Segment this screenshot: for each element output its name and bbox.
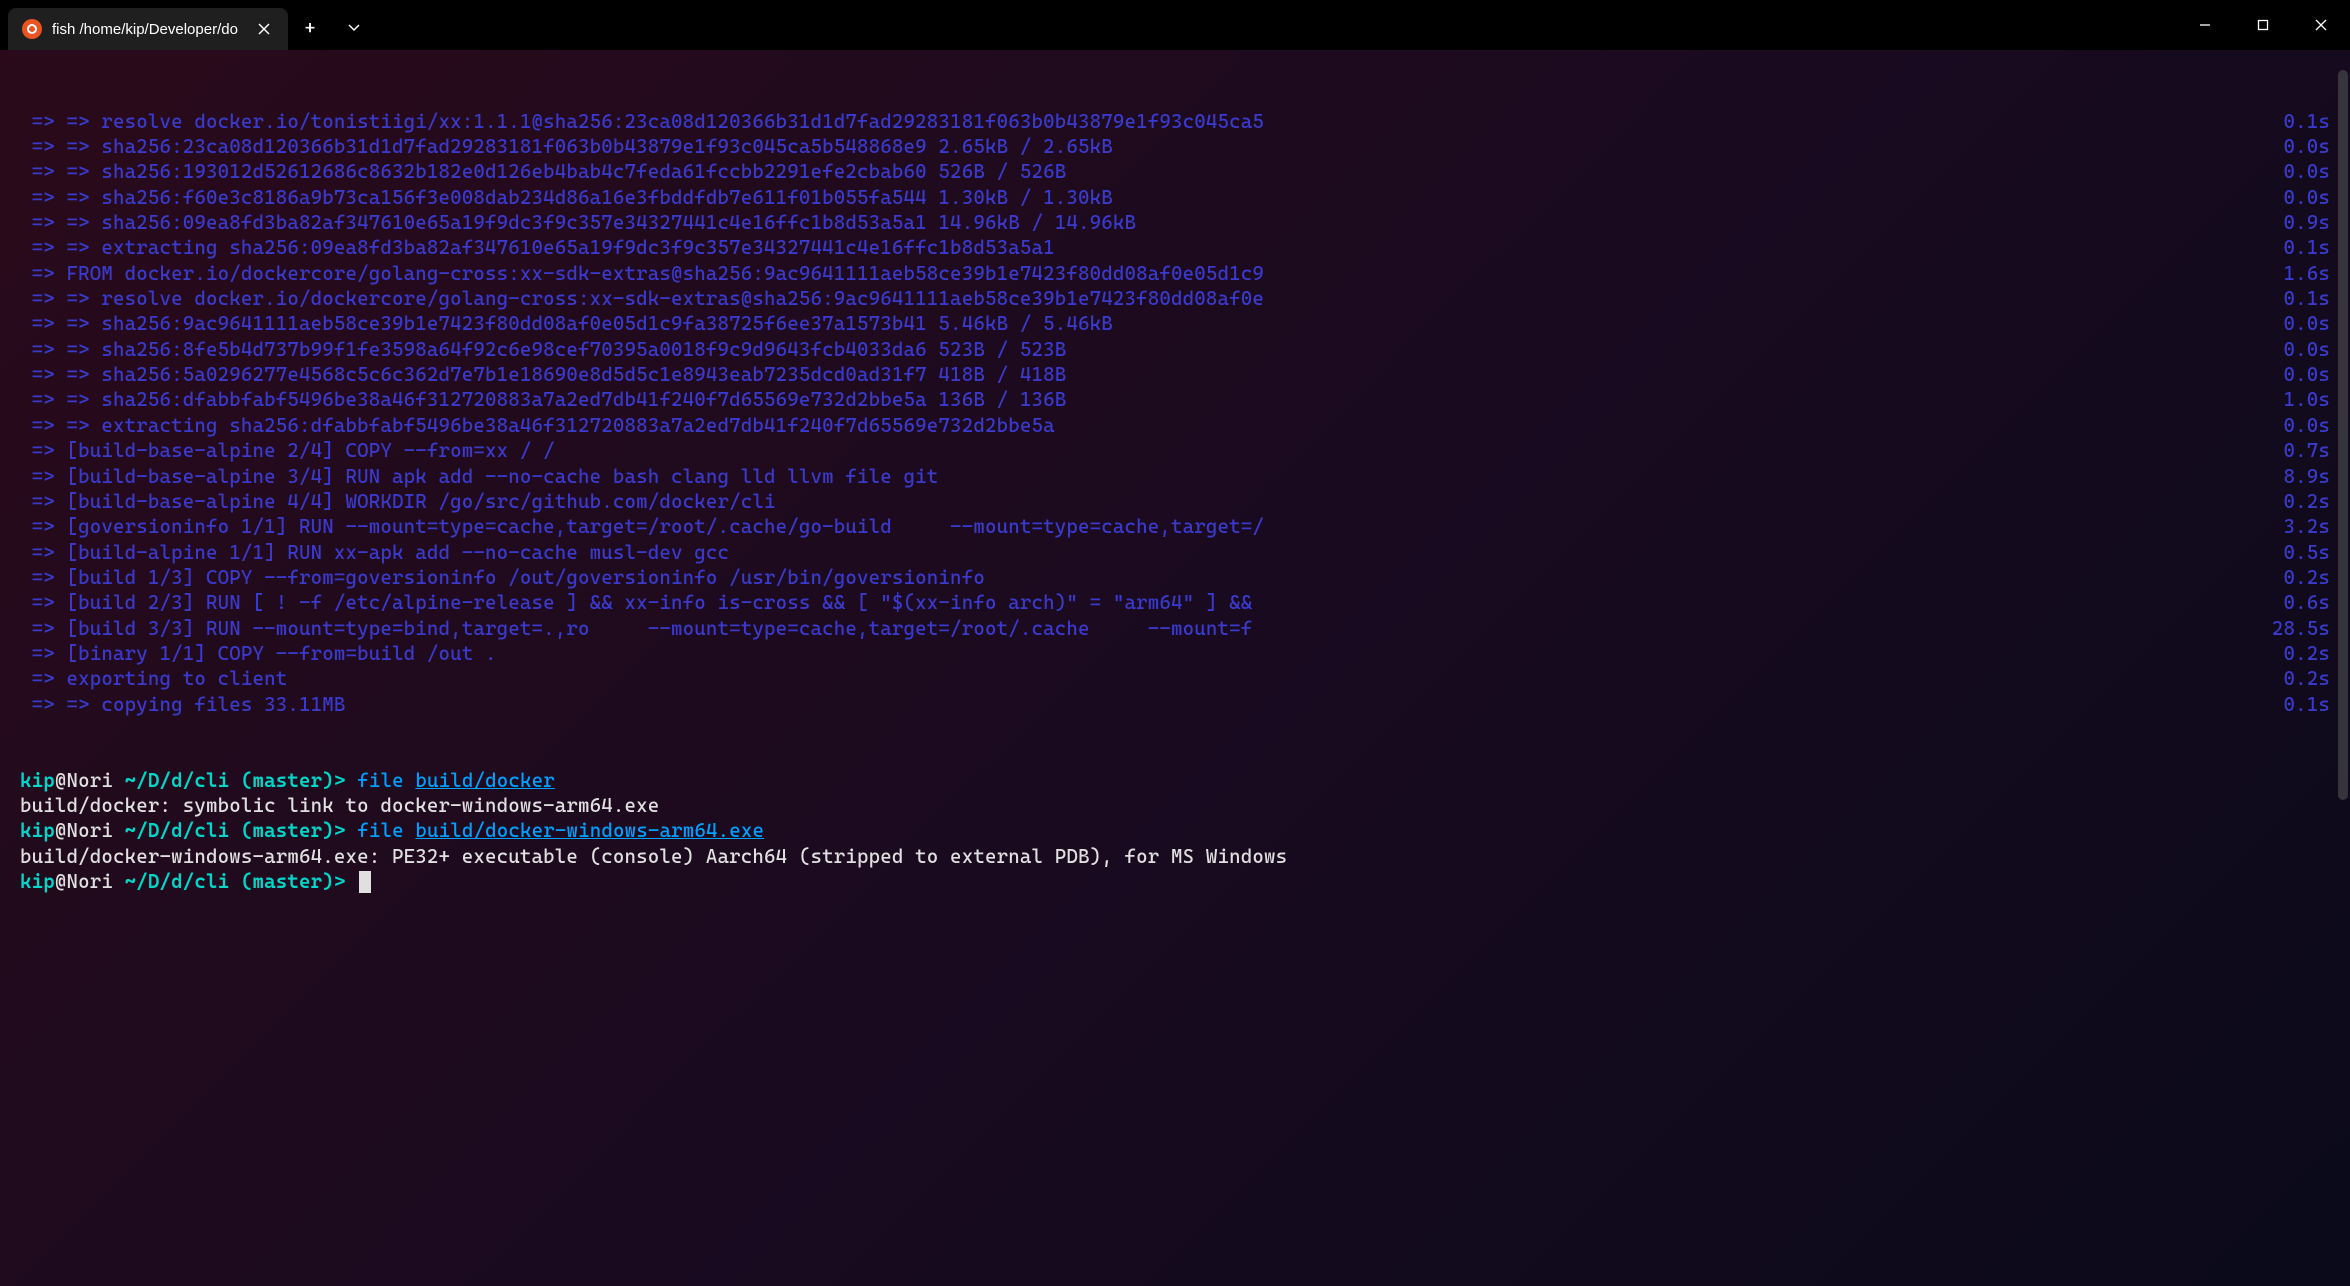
build-log-line: => => sha256:5a0296277e4568c5c6c362d7e7b… bbox=[20, 362, 2330, 387]
build-log-line: => [build 3/3] RUN --mount=type=bind,tar… bbox=[20, 616, 2330, 641]
build-log-line: => => extracting sha256:dfabbfabf5496be3… bbox=[20, 413, 2330, 438]
build-log-line: => [build-alpine 1/1] RUN xx-apk add --n… bbox=[20, 540, 2330, 565]
text-cursor bbox=[359, 871, 371, 893]
build-log-line: => => copying files 33.11MB0.1s bbox=[20, 692, 2330, 717]
tab-dropdown-button[interactable] bbox=[332, 6, 376, 50]
command-argument: build/docker-windows-arm64.exe bbox=[415, 819, 764, 842]
ubuntu-icon bbox=[22, 19, 42, 39]
build-log-line: => [build-base-alpine 4/4] WORKDIR /go/s… bbox=[20, 489, 2330, 514]
shell-prompt-line: kip@Nori ~/D/d/cli (master)> bbox=[20, 869, 2330, 894]
command-output-line: build/docker-windows-arm64.exe: PE32+ ex… bbox=[20, 844, 2330, 869]
build-log-line: => => sha256:9ac9641111aeb58ce39b1e7423f… bbox=[20, 311, 2330, 336]
new-tab-button[interactable]: + bbox=[288, 6, 332, 50]
build-log-line: => [build 2/3] RUN [ ! -f /etc/alpine-re… bbox=[20, 590, 2330, 615]
build-log-line: => [binary 1/1] COPY --from=build /out .… bbox=[20, 641, 2330, 666]
build-log-line: => => sha256:f60e3c8186a9b73ca156f3e008d… bbox=[20, 185, 2330, 210]
command-name: file bbox=[357, 819, 415, 842]
build-log-line: => => sha256:23ca08d120366b31d1d7fad2928… bbox=[20, 134, 2330, 159]
shell-prompt-line: kip@Nori ~/D/d/cli (master)> file build/… bbox=[20, 768, 2330, 793]
build-log-line: => => sha256:8fe5b4d737b99f1fe3598a64f92… bbox=[20, 337, 2330, 362]
shell-prompt-line: kip@Nori ~/D/d/cli (master)> file build/… bbox=[20, 818, 2330, 843]
build-log-line: => => sha256:dfabbfabf5496be38a46f312720… bbox=[20, 387, 2330, 412]
build-log-line: => FROM docker.io/dockercore/golang-cros… bbox=[20, 261, 2330, 286]
terminal-output[interactable]: => => resolve docker.io/tonistiigi/xx:1.… bbox=[0, 50, 2350, 928]
build-log-line: => => sha256:193012d52612686c8632b182e0d… bbox=[20, 159, 2330, 184]
build-log-line: => [goversioninfo 1/1] RUN --mount=type=… bbox=[20, 514, 2330, 539]
build-log-line: => => resolve docker.io/dockercore/golan… bbox=[20, 286, 2330, 311]
tab-title: fish /home/kip/Developer/do bbox=[52, 21, 242, 38]
build-log-line: => => resolve docker.io/tonistiigi/xx:1.… bbox=[20, 109, 2330, 134]
build-log-line: => => extracting sha256:09ea8fd3ba82af34… bbox=[20, 235, 2330, 260]
scrollbar-thumb[interactable] bbox=[2338, 70, 2348, 800]
command-output-line: build/docker: symbolic link to docker-wi… bbox=[20, 793, 2330, 818]
window-controls bbox=[2176, 0, 2350, 50]
command-name: file bbox=[357, 769, 415, 792]
build-log-line: => => sha256:09ea8fd3ba82af347610e65a19f… bbox=[20, 210, 2330, 235]
build-log-line: => [build 1/3] COPY --from=goversioninfo… bbox=[20, 565, 2330, 590]
shell-prompt-area: kip@Nori ~/D/d/cli (master)> file build/… bbox=[20, 768, 2330, 895]
build-log-line: => [build-base-alpine 3/4] RUN apk add -… bbox=[20, 464, 2330, 489]
maximize-button[interactable] bbox=[2234, 0, 2292, 50]
minimize-button[interactable] bbox=[2176, 0, 2234, 50]
titlebar-drag-region[interactable] bbox=[376, 0, 2176, 50]
titlebar: fish /home/kip/Developer/do + bbox=[0, 0, 2350, 50]
close-window-button[interactable] bbox=[2292, 0, 2350, 50]
build-log-line: => exporting to client0.2s bbox=[20, 666, 2330, 691]
terminal-tab[interactable]: fish /home/kip/Developer/do bbox=[8, 8, 288, 50]
build-log-line: => [build-base-alpine 2/4] COPY --from=x… bbox=[20, 438, 2330, 463]
docker-build-log: => => resolve docker.io/tonistiigi/xx:1.… bbox=[20, 109, 2330, 717]
command-argument: build/docker bbox=[415, 769, 555, 792]
close-tab-button[interactable] bbox=[252, 17, 276, 41]
